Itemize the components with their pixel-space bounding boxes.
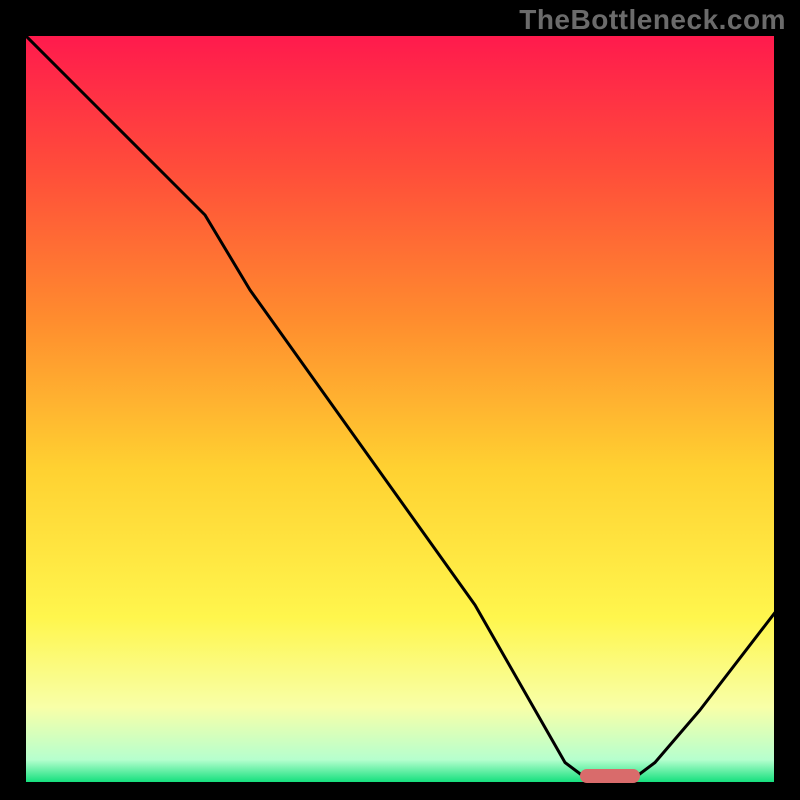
optimal-marker	[580, 769, 640, 783]
bottleneck-chart	[25, 35, 775, 785]
chart-frame: TheBottleneck.com	[0, 0, 800, 800]
watermark-text: TheBottleneck.com	[519, 4, 786, 36]
